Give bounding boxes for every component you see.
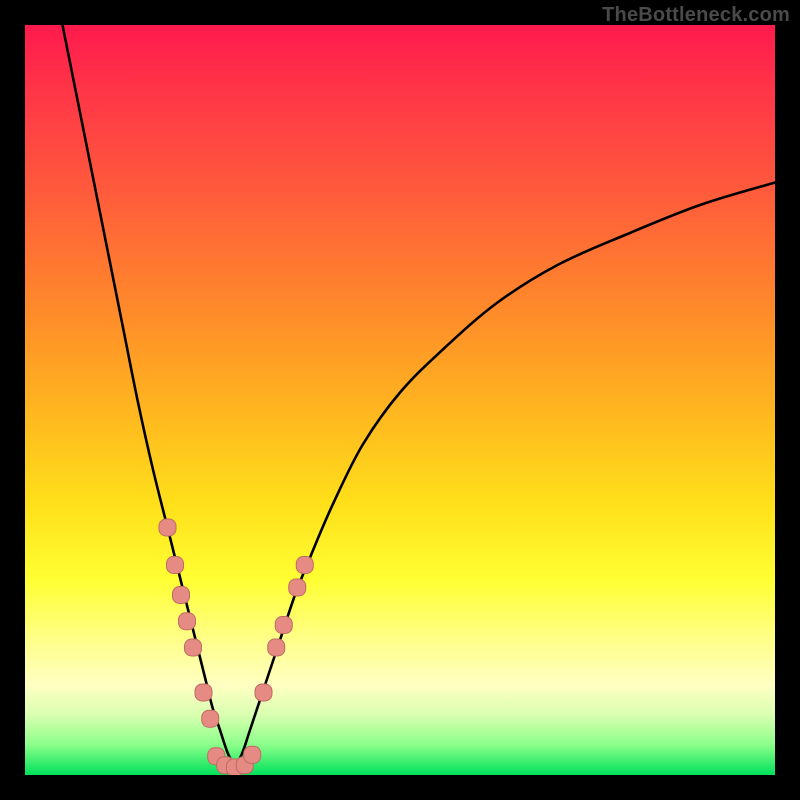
marker-group bbox=[159, 519, 313, 775]
data-marker bbox=[255, 684, 272, 701]
chart-frame: TheBottleneck.com bbox=[0, 0, 800, 800]
left-curve bbox=[63, 25, 236, 768]
data-marker bbox=[159, 519, 176, 536]
right-curve bbox=[235, 183, 775, 768]
data-marker bbox=[275, 617, 292, 634]
plot-area bbox=[25, 25, 775, 775]
data-marker bbox=[244, 746, 261, 763]
watermark-text: TheBottleneck.com bbox=[602, 4, 790, 27]
data-marker bbox=[185, 639, 202, 656]
data-marker bbox=[179, 613, 196, 630]
data-marker bbox=[296, 557, 313, 574]
curve-group bbox=[63, 25, 776, 768]
data-marker bbox=[167, 557, 184, 574]
data-marker bbox=[173, 587, 190, 604]
data-marker bbox=[195, 684, 212, 701]
data-marker bbox=[289, 579, 306, 596]
data-marker bbox=[268, 639, 285, 656]
data-marker bbox=[202, 710, 219, 727]
chart-svg bbox=[25, 25, 775, 775]
